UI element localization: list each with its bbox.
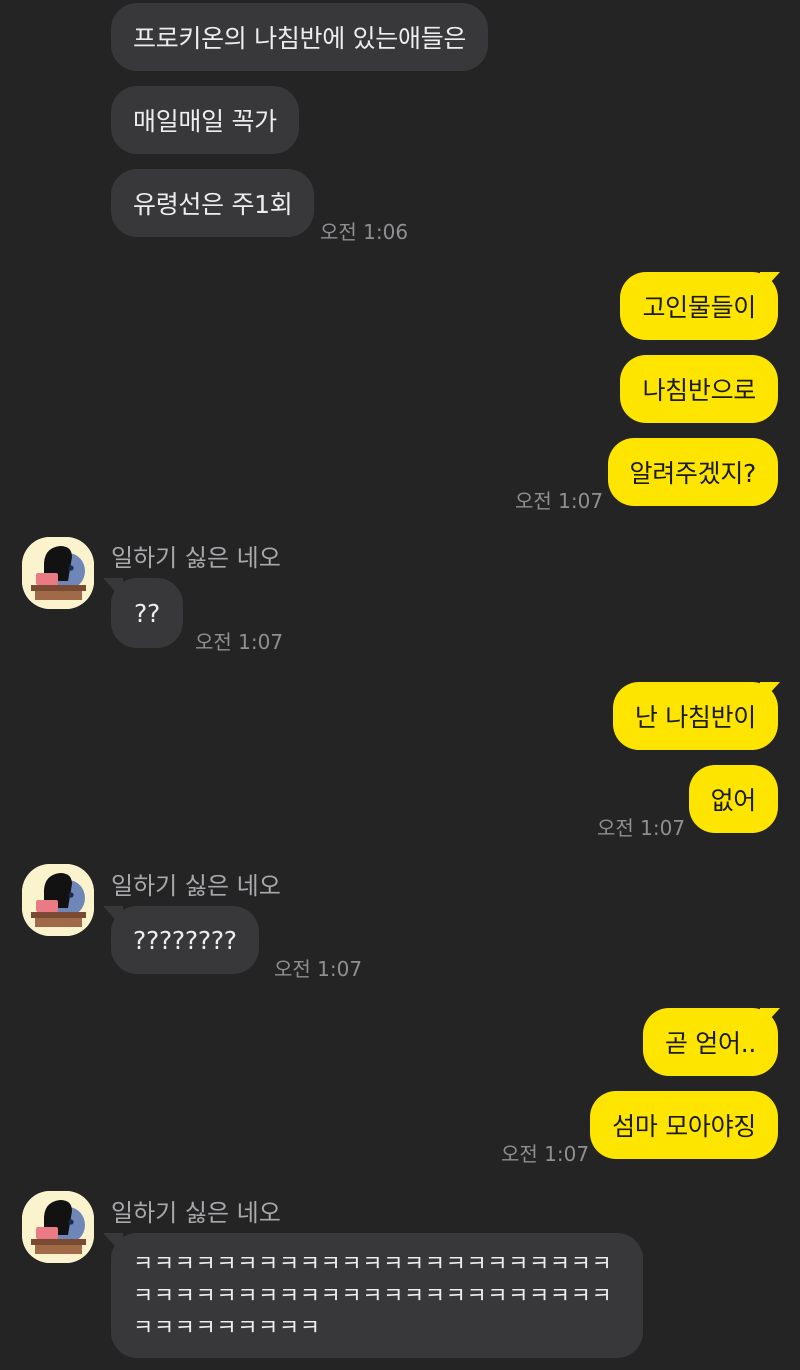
message-bubble-outgoing[interactable]: 고인물들이 xyxy=(620,272,778,340)
message-bubble-incoming[interactable]: 유령선은 주1회 xyxy=(111,169,315,237)
message-bubble-outgoing[interactable]: 곧 얻어.. xyxy=(642,1008,778,1076)
message-text: 나침반으로 xyxy=(642,376,756,405)
message-timestamp: 오전 1:07 xyxy=(274,957,363,981)
message-bubble-incoming[interactable]: 프로키온의 나침반에 있는애들은 xyxy=(111,3,489,71)
message-text: 곧 얻어.. xyxy=(664,1029,756,1058)
message-bubble-outgoing[interactable]: 알려주겠지? xyxy=(607,438,778,506)
message-text: 알려주겠지? xyxy=(629,459,757,488)
message-timestamp: 오전 1:07 xyxy=(195,630,284,654)
sender-name: 일하기 싫은 네오 xyxy=(111,872,281,900)
message-bubble-incoming[interactable]: ?? xyxy=(111,578,183,648)
message-text: ???????? xyxy=(133,925,237,955)
message-timestamp: 오전 1:06 xyxy=(320,220,409,244)
sender-avatar[interactable] xyxy=(22,1191,94,1263)
message-bubble-incoming[interactable]: 매일매일 꼭가 xyxy=(111,86,299,154)
message-bubble-incoming[interactable]: ㅋㅋㅋㅋㅋㅋㅋㅋㅋㅋㅋㅋㅋㅋㅋㅋㅋㅋㅋㅋㅋㅋㅋㅋㅋㅋㅋㅋㅋㅋㅋㅋㅋㅋㅋㅋㅋㅋㅋㅋ… xyxy=(111,1233,643,1358)
message-bubble-incoming[interactable]: ???????? xyxy=(111,906,259,974)
message-text: 없어 xyxy=(710,786,757,815)
message-text: 고인물들이 xyxy=(642,293,756,322)
sender-name: 일하기 싫은 네오 xyxy=(111,544,281,572)
message-bubble-outgoing[interactable]: 섬마 모아야징 xyxy=(590,1091,778,1159)
neo-character-avatar-icon xyxy=(22,1191,94,1263)
message-timestamp: 오전 1:07 xyxy=(597,816,686,840)
message-bubble-outgoing[interactable]: 없어 xyxy=(688,765,778,833)
message-bubble-outgoing[interactable]: 난 나침반이 xyxy=(612,682,778,750)
message-timestamp: 오전 1:07 xyxy=(515,489,604,513)
message-text: 섬마 모아야징 xyxy=(612,1112,756,1141)
sender-avatar[interactable] xyxy=(22,864,94,936)
neo-character-avatar-icon xyxy=(22,864,94,936)
message-text: 유령선은 주1회 xyxy=(133,190,293,219)
sender-name: 일하기 싫은 네오 xyxy=(111,1199,281,1227)
sender-avatar[interactable] xyxy=(22,537,94,609)
message-text: 프로키온의 나침반에 있는애들은 xyxy=(133,24,467,53)
neo-character-avatar-icon xyxy=(22,537,94,609)
message-bubble-outgoing[interactable]: 나침반으로 xyxy=(620,355,778,423)
message-text: 매일매일 꼭가 xyxy=(133,107,277,136)
message-timestamp: 오전 1:07 xyxy=(501,1142,590,1166)
message-text: 난 나침반이 xyxy=(634,703,756,732)
message-text: ㅋㅋㅋㅋㅋㅋㅋㅋㅋㅋㅋㅋㅋㅋㅋㅋㅋㅋㅋㅋㅋㅋㅋㅋㅋㅋㅋㅋㅋㅋㅋㅋㅋㅋㅋㅋㅋㅋㅋㅋ… xyxy=(133,1252,613,1341)
message-text: ?? xyxy=(134,598,160,628)
